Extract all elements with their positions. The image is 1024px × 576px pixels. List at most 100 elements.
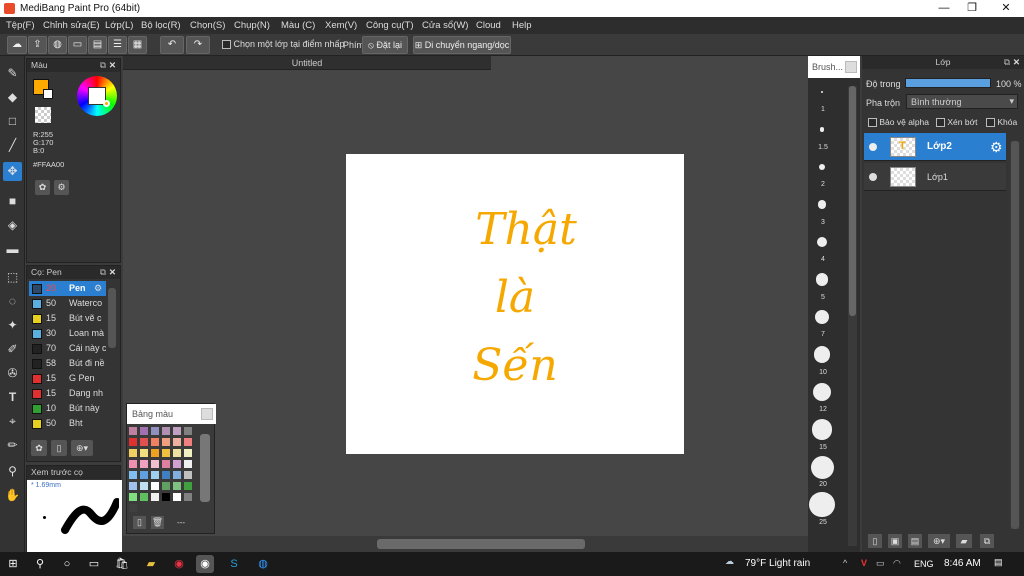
layer-row[interactable]: Lớp1 [864, 163, 1006, 191]
language-indicator[interactable]: ENG [914, 559, 934, 569]
brush-size-dot[interactable] [810, 455, 834, 479]
palette-swatch[interactable] [129, 504, 137, 512]
brush-size-dot[interactable] [814, 309, 830, 325]
close-icon[interactable] [201, 408, 213, 420]
task-view-icon[interactable]: ▭ [85, 555, 103, 573]
palette-swatch[interactable] [184, 438, 192, 446]
brush-item[interactable]: 50 Waterco [29, 296, 106, 311]
document-tab[interactable]: Untitled [123, 56, 491, 70]
brush-size-dot[interactable] [811, 419, 833, 440]
select-pen-icon[interactable]: ✐ [3, 340, 22, 359]
add-brush-icon[interactable]: ⊕▾ [71, 440, 93, 456]
menu-window[interactable]: Cửa sổ(W) [422, 20, 468, 31]
menu-filter[interactable]: Bộ lọc(R) [141, 20, 181, 31]
palette-swatch[interactable] [129, 460, 137, 468]
brush-item[interactable]: 70 Cái này c [29, 341, 106, 356]
move-button[interactable]: ⊞ Di chuyển ngang/dọc [413, 36, 511, 54]
brush-settings-icon[interactable]: ✿ [31, 440, 47, 456]
palette-settings-icon[interactable]: ⚙ [54, 180, 69, 195]
palette-swatch[interactable] [151, 449, 159, 457]
palette-swatch[interactable] [173, 493, 181, 501]
palette-swatch[interactable] [140, 482, 148, 490]
drawing-canvas[interactable]: Thật là Sến [346, 154, 684, 454]
gear-icon[interactable]: ⚙ [94, 281, 102, 296]
popout-icon[interactable]: ⧉ [100, 59, 106, 72]
color-wheel[interactable] [77, 76, 117, 116]
palette-swatch[interactable] [140, 427, 148, 435]
list-icon[interactable]: ☰ [108, 36, 127, 54]
text-tool-icon[interactable]: T [3, 388, 22, 407]
maximize-button[interactable]: ❐ [956, 0, 988, 17]
protect-alpha-checkbox[interactable] [868, 118, 877, 128]
search-icon[interactable]: ⚲ [31, 555, 49, 573]
palette-swatch[interactable] [151, 493, 159, 501]
palette-swatch[interactable] [129, 471, 137, 479]
palette-swatch[interactable] [173, 482, 181, 490]
brush-size-dot[interactable] [816, 236, 828, 248]
palette-scrollbar[interactable] [200, 434, 210, 502]
brush-size-dot[interactable] [819, 127, 825, 132]
add-layer-menu-icon[interactable]: ⊕▾ [928, 534, 950, 548]
line-tool-icon[interactable]: ╱ [3, 136, 22, 155]
rect-tool-icon[interactable]: □ [3, 112, 22, 131]
palette-swatch[interactable] [140, 449, 148, 457]
menu-edit[interactable]: Chỉnh sửa(E) [43, 20, 100, 31]
eye-icon[interactable] [869, 173, 877, 181]
close-icon[interactable]: ✕ [109, 59, 116, 72]
document-icon[interactable]: ▤ [88, 36, 107, 54]
menu-layer[interactable]: Lớp(L) [105, 20, 133, 31]
chevron-up-icon[interactable]: ^ [843, 558, 847, 568]
brush-size-dot[interactable] [818, 163, 826, 171]
battery-icon[interactable]: ▭ [876, 558, 885, 569]
color-picker-marker[interactable] [103, 100, 110, 107]
palette-swatch[interactable] [173, 438, 181, 446]
palette-swatch[interactable] [129, 493, 137, 501]
gradient-tool-icon[interactable]: ▬ [3, 240, 22, 259]
clip-checkbox[interactable] [936, 118, 945, 128]
comment-icon[interactable]: ◍ [48, 36, 67, 54]
palette-swatch[interactable] [162, 438, 170, 446]
palette-swatch[interactable] [162, 493, 170, 501]
divide-tool-icon[interactable]: ✏ [3, 436, 22, 455]
brush-size-dot[interactable] [812, 382, 832, 402]
duplicate-layer-icon[interactable]: ⧉ [980, 534, 994, 548]
wifi-icon[interactable]: ◠ [893, 558, 901, 569]
clip-option[interactable]: Xén bớt [936, 117, 978, 128]
lock-option[interactable]: Khóa [986, 117, 1017, 128]
layer-row[interactable]: T Lớp2 ⚙ [864, 133, 1006, 161]
brush-size-dot[interactable] [815, 273, 829, 286]
horizontal-scrollbar-track[interactable] [123, 536, 808, 552]
cloud-icon[interactable]: ☁ [7, 36, 27, 54]
palette-swatch[interactable] [151, 471, 159, 479]
layer-scrollbar-track[interactable] [1010, 141, 1020, 529]
brush-tool-icon[interactable]: ✎ [3, 64, 22, 83]
palette-swatch[interactable] [173, 471, 181, 479]
message-icon[interactable]: ▭ [68, 36, 87, 54]
folder-icon[interactable]: ▰ [956, 534, 972, 548]
new-8bit-layer-icon[interactable]: ▤ [908, 534, 922, 548]
palette-swatch[interactable] [129, 449, 137, 457]
brush-size-scrollbar-track[interactable] [848, 86, 857, 546]
redo-icon[interactable]: ↷ [186, 36, 210, 54]
lasso-tool-icon[interactable]: ◌ [3, 292, 22, 311]
eyedropper-tool-icon[interactable]: ⚲ [3, 462, 22, 481]
palette-swatch[interactable] [173, 427, 181, 435]
palette-swatch[interactable] [151, 482, 159, 490]
store-icon[interactable]: 🛍 [113, 555, 131, 573]
brush-size-scrollbar[interactable] [849, 86, 856, 316]
eye-icon[interactable] [869, 143, 877, 151]
palette-swatch[interactable] [184, 471, 192, 479]
add-color-icon[interactable]: ▯ [133, 516, 146, 529]
palette-icon[interactable]: ✿ [35, 180, 50, 195]
menu-view[interactable]: Xem(V) [325, 20, 357, 31]
lock-checkbox[interactable] [986, 118, 995, 128]
close-icon[interactable]: ✕ [109, 266, 116, 279]
palette-swatch[interactable] [151, 438, 159, 446]
brush-size-dot[interactable] [821, 91, 823, 93]
weather-text[interactable]: 79°F Light rain [745, 558, 810, 569]
delete-color-icon[interactable]: 🗑 [151, 516, 164, 529]
hand-tool-icon[interactable]: ✋ [3, 486, 22, 505]
magic-wand-icon[interactable]: ✦ [3, 316, 22, 335]
brush-item[interactable]: 50 Bht [29, 416, 106, 431]
menu-tools[interactable]: Công cụ(T) [366, 20, 414, 31]
